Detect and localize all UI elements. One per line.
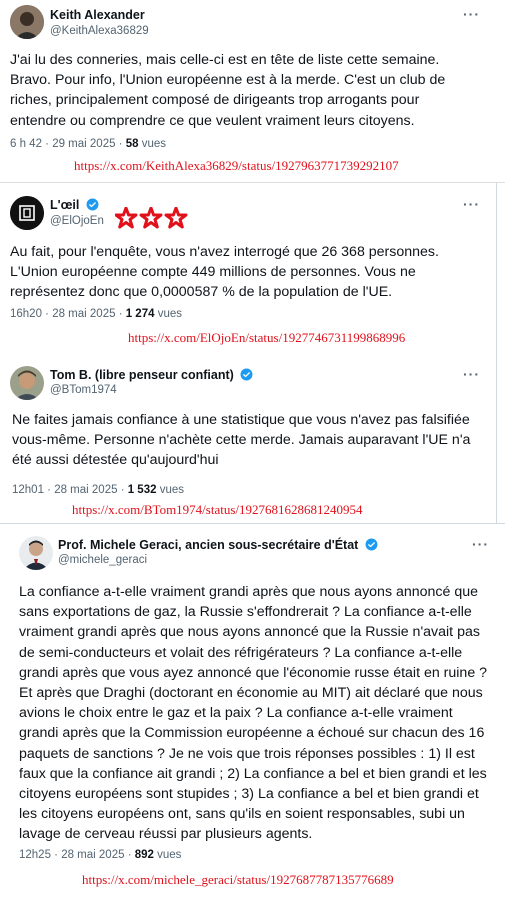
view-count: 1 532 [127,484,157,496]
tweet-card[interactable]: Keith Alexander @KeithAlexa36829 ··· J'a… [0,0,505,180]
more-options-icon[interactable]: ··· [463,366,480,382]
status-url[interactable]: https://x.com/KeithAlexa36829/status/192… [74,158,399,174]
verified-badge-icon [240,368,253,381]
tweet-text: La confiance a-t-elle vraiment grandi ap… [19,584,488,843]
tweet-meta: 6 h 42 · 29 mai 2025 · 58 vues [10,138,166,150]
timestamp[interactable]: 12h01 · 28 mai 2025 · [12,484,128,496]
view-count: 1 274 [125,308,155,320]
tweet-meta: 16h20 · 28 mai 2025 · 1 274 vues [10,308,182,320]
view-count: 58 [125,138,139,150]
avatar[interactable] [10,196,44,230]
verified-badge-icon [365,538,378,551]
avatar[interactable] [10,366,44,400]
tweet-card[interactable]: L'œil @ElOjoEn ··· Au fait, pour l'enquê… [0,190,497,350]
timestamp[interactable]: 12h25 · 28 mai 2025 · [19,849,135,861]
display-name[interactable]: L'œil [50,198,99,212]
tweet-card[interactable]: Prof. Michele Geraci, ancien sous-secrét… [0,530,505,900]
tweet-card[interactable]: Tom B. (libre penseur confiant) @BTom197… [0,360,497,520]
user-handle[interactable]: @ElOjoEn [50,215,104,227]
tweet-text: J'ai lu des conneries, mais celle-ci est… [10,52,446,129]
tweet-text: Au fait, pour l'enquête, vous n'avez int… [10,244,439,301]
status-url[interactable]: https://x.com/michele_geraci/status/1927… [82,872,394,888]
views-label: vues [138,138,167,150]
card-border [0,523,505,524]
avatar[interactable] [19,536,53,570]
user-handle[interactable]: @BTom1974 [50,384,117,396]
status-url[interactable]: https://x.com/BTom1974/status/1927681628… [72,502,363,518]
views-label: vues [156,484,184,496]
divider [0,182,505,183]
display-name[interactable]: Prof. Michele Geraci, ancien sous-secrét… [58,538,378,552]
timestamp[interactable]: 16h20 · 28 mai 2025 · [10,308,126,320]
views-label: vues [154,308,182,320]
star-annotation-icon [115,207,188,229]
more-options-icon[interactable]: ··· [463,6,480,22]
user-handle[interactable]: @michele_geraci [58,554,147,566]
views-label: vues [153,849,182,861]
more-options-icon[interactable]: ··· [463,196,480,212]
user-handle[interactable]: @KeithAlexa36829 [50,25,149,37]
tweet-meta: 12h01 · 28 mai 2025 · 1 532 vues [12,484,184,496]
status-url[interactable]: https://x.com/ElOjoEn/status/19277467311… [128,330,405,346]
more-options-icon[interactable]: ··· [472,536,489,552]
display-name[interactable]: Tom B. (libre penseur confiant) [50,368,253,382]
display-name[interactable]: Keith Alexander [50,8,145,22]
timestamp[interactable]: 6 h 42 · 29 mai 2025 · [10,138,126,150]
verified-badge-icon [86,198,99,211]
view-count: 892 [134,849,154,861]
tweet-text: Ne faites jamais confiance à une statist… [12,412,471,469]
tweet-meta: 12h25 · 28 mai 2025 · 892 vues [19,849,181,861]
avatar[interactable] [10,5,44,39]
